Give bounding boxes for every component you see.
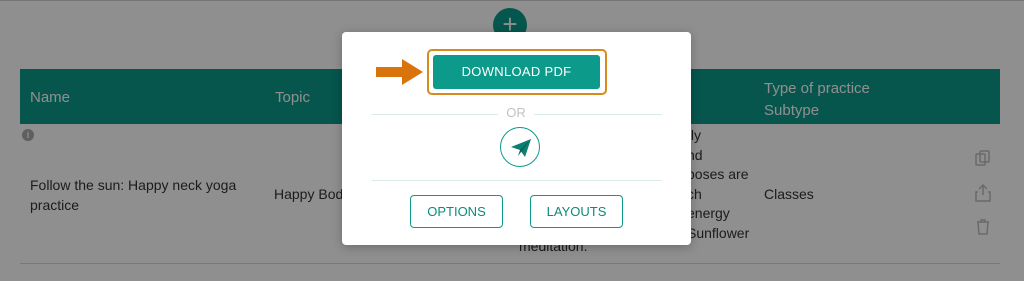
options-button[interactable]: OPTIONS: [410, 195, 503, 228]
or-label: OR: [506, 105, 526, 120]
arrow-right-icon: [376, 57, 424, 92]
or-divider-left: [372, 114, 498, 115]
modal-divider: [372, 180, 662, 181]
paper-plane-icon: [511, 139, 531, 157]
or-divider-right: [534, 114, 662, 115]
send-button[interactable]: [500, 127, 540, 167]
download-pdf-button[interactable]: DOWNLOAD PDF: [433, 55, 600, 89]
layouts-button[interactable]: LAYOUTS: [530, 195, 623, 228]
